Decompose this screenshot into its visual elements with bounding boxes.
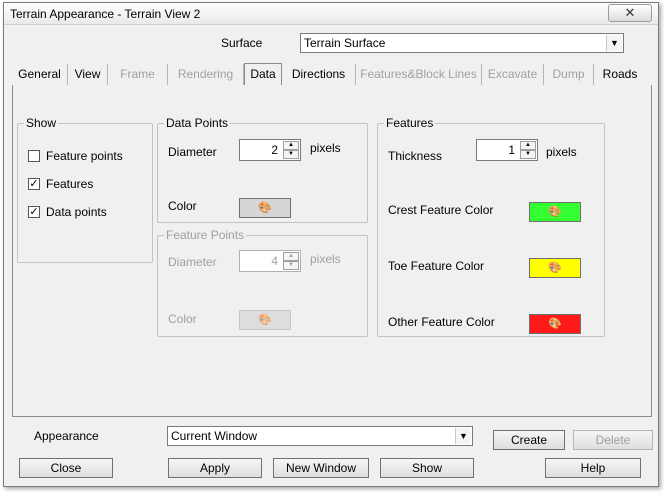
tab-label: Directions (291, 67, 346, 81)
data-points-label: Data points (46, 205, 107, 219)
tab-directions[interactable]: Directions (282, 64, 356, 85)
surface-select[interactable]: Terrain Surface ▼ (300, 33, 624, 53)
tab-label: Rendering (177, 67, 234, 81)
tab-data[interactable]: Data (244, 63, 282, 86)
title-bar: Terrain Appearance - Terrain View 2 ✕ (4, 3, 658, 25)
data-points-diameter-label: Diameter (168, 145, 217, 159)
tab-excavate: Excavate (482, 64, 544, 85)
create-button[interactable]: Create (493, 430, 565, 450)
delete-button: Delete (573, 430, 653, 450)
other-feature-color-button[interactable]: 🎨 (529, 314, 581, 334)
other-feature-color-label: Other Feature Color (388, 315, 495, 329)
show-legend: Show (24, 116, 59, 130)
data-points-color-label: Color (168, 199, 197, 213)
thickness-value: 1 (508, 143, 515, 157)
show-group: Show Feature points ✓ Features ✓ Data po… (17, 116, 153, 263)
tab-rendering: Rendering (168, 64, 244, 85)
tab-label: Features&Block Lines (360, 67, 477, 81)
feature-points-label: Feature points (46, 149, 123, 163)
feature-points-legend: Feature Points (164, 228, 247, 242)
crest-feature-color-button[interactable]: 🎨 (529, 202, 581, 222)
spin-up-icon[interactable]: ▲ (283, 141, 299, 150)
spin-down-icon[interactable]: ▼ (283, 150, 299, 159)
spin-up-icon: ▲ (283, 252, 299, 261)
appearance-label: Appearance (34, 429, 99, 443)
data-points-color-button[interactable]: 🎨 (239, 198, 291, 218)
crest-feature-color-label: Crest Feature Color (388, 203, 494, 217)
thickness-label: Thickness (388, 149, 443, 163)
palette-icon: 🎨 (548, 206, 562, 218)
chevron-down-icon: ▼ (455, 428, 471, 444)
new-window-button[interactable]: New Window (273, 458, 369, 478)
tab-frame: Frame (108, 64, 168, 85)
feature-points-color-button: 🎨 (239, 310, 291, 330)
spin-up-icon[interactable]: ▲ (520, 141, 536, 150)
surface-select-value: Terrain Surface (304, 36, 386, 50)
tab-dump: Dump (544, 64, 594, 85)
tab-label: Roads (602, 67, 638, 81)
data-points-unit: pixels (310, 141, 341, 155)
tab-label: Excavate (487, 67, 538, 81)
toe-feature-color-button[interactable]: 🎨 (529, 258, 581, 278)
tab-label: General (18, 67, 61, 81)
data-points-checkbox[interactable]: ✓ (28, 206, 40, 218)
appearance-select-value: Current Window (171, 429, 258, 443)
feature-points-diameter-spinner: 4 ▲ ▼ (239, 250, 301, 272)
tab-label: Data (250, 67, 276, 81)
spin-down-icon: ▼ (283, 261, 299, 270)
feature-points-diameter-value: 4 (271, 254, 278, 268)
feature-points-group: Feature Points Diameter 4 ▲ ▼ pixels Col… (157, 228, 368, 337)
palette-icon: 🎨 (258, 202, 272, 214)
spinner-buttons: ▲ ▼ (283, 252, 299, 270)
features-group: Features Thickness 1 ▲ ▼ pixels Crest Fe… (377, 116, 605, 337)
surface-label: Surface (221, 36, 263, 50)
tab-features-block-lines: Features&Block Lines (356, 64, 482, 85)
close-button[interactable]: Close (19, 458, 113, 478)
spinner-buttons: ▲ ▼ (283, 141, 299, 159)
features-label: Features (46, 177, 94, 191)
feature-points-diameter-label: Diameter (168, 255, 217, 269)
palette-icon: 🎨 (548, 262, 562, 274)
show-button[interactable]: Show (380, 458, 474, 478)
data-points-diameter-spinner[interactable]: 2 ▲ ▼ (239, 139, 301, 161)
toe-feature-color-label: Toe Feature Color (388, 259, 485, 273)
palette-icon: 🎨 (258, 314, 272, 326)
spinner-buttons: ▲ ▼ (520, 141, 536, 159)
features-checkbox[interactable]: ✓ (28, 178, 40, 190)
spin-down-icon[interactable]: ▼ (520, 150, 536, 159)
chevron-down-icon: ▼ (606, 35, 622, 51)
palette-icon: 🎨 (548, 318, 562, 330)
tab-view[interactable]: View (68, 64, 108, 85)
help-button[interactable]: Help (545, 458, 641, 478)
thickness-unit: pixels (546, 145, 577, 159)
dialog-window: Terrain Appearance - Terrain View 2 ✕ Su… (3, 2, 659, 487)
feature-points-color-label: Color (168, 312, 197, 326)
tab-roads[interactable]: Roads (594, 64, 646, 85)
tab-general[interactable]: General (12, 64, 68, 85)
tab-panel-data: Show Feature points ✓ Features ✓ Data po… (12, 85, 652, 417)
close-icon: ✕ (624, 5, 636, 20)
data-points-diameter-value: 2 (271, 143, 278, 157)
window-title: Terrain Appearance - Terrain View 2 (10, 7, 201, 21)
tab-label: View (74, 67, 101, 81)
feature-points-checkbox[interactable] (28, 150, 40, 162)
close-window-button[interactable]: ✕ (608, 4, 652, 22)
thickness-spinner[interactable]: 1 ▲ ▼ (476, 139, 538, 161)
data-points-legend: Data Points (164, 116, 231, 130)
features-legend: Features (384, 116, 436, 130)
feature-points-unit: pixels (310, 252, 341, 266)
data-points-group: Data Points Diameter 2 ▲ ▼ pixels Color … (157, 116, 368, 223)
tab-strip: General View Frame Rendering Data Direct… (12, 63, 652, 86)
tab-label: Dump (552, 67, 585, 81)
tab-label: Frame (120, 67, 155, 81)
appearance-select[interactable]: Current Window ▼ (167, 426, 473, 446)
apply-button[interactable]: Apply (168, 458, 262, 478)
